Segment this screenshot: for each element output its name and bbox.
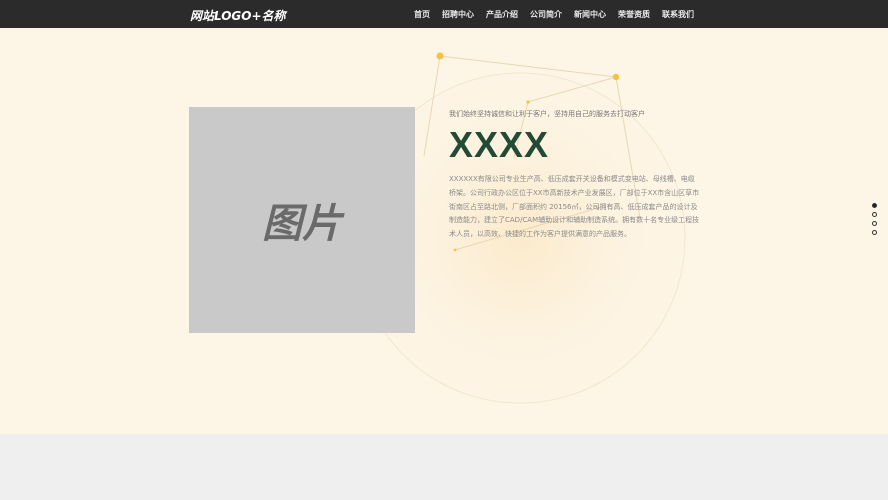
pager-dot-1[interactable] <box>872 203 877 208</box>
main-nav: 首页 招聘中心 产品介绍 公司简介 新闻中心 荣誉资质 联系我们 <box>402 0 694 28</box>
nav-item-recruitment[interactable]: 招聘中心 <box>442 9 474 20</box>
pager-dot-3[interactable] <box>872 221 877 226</box>
hero-description: XXXXXX有限公司专业生产高、低压成套开关设备和模式变电站、母线槽、电缆桥架。… <box>449 175 700 239</box>
site-logo[interactable]: 网站LOGO+名称 <box>190 7 286 24</box>
pager-dot-2[interactable] <box>872 212 877 217</box>
top-navigation-bar: 网站LOGO+名称 首页 招聘中心 产品介绍 公司简介 新闻中心 荣誉资质 联系… <box>0 0 888 28</box>
decorative-network-graphic <box>320 38 720 434</box>
image-placeholder-label: 图片 <box>262 201 342 247</box>
hero-section <box>0 28 888 434</box>
hero-tagline: 我们始终坚持诚信和让利于客户，坚持用自己的服务去打动客户 <box>449 110 645 118</box>
nav-item-products[interactable]: 产品介绍 <box>486 9 518 20</box>
pager-dot-4[interactable] <box>872 230 877 235</box>
image-placeholder: 图片 <box>189 107 415 333</box>
nav-item-news[interactable]: 新闻中心 <box>574 9 606 20</box>
slide-pager <box>872 203 878 239</box>
nav-item-home[interactable]: 首页 <box>414 9 430 20</box>
nav-item-honors[interactable]: 荣誉资质 <box>618 9 650 20</box>
nav-item-about[interactable]: 公司简介 <box>530 9 562 20</box>
hero-title: XXXX <box>449 124 550 165</box>
lower-section <box>0 434 888 500</box>
nav-item-contact[interactable]: 联系我们 <box>662 9 694 20</box>
